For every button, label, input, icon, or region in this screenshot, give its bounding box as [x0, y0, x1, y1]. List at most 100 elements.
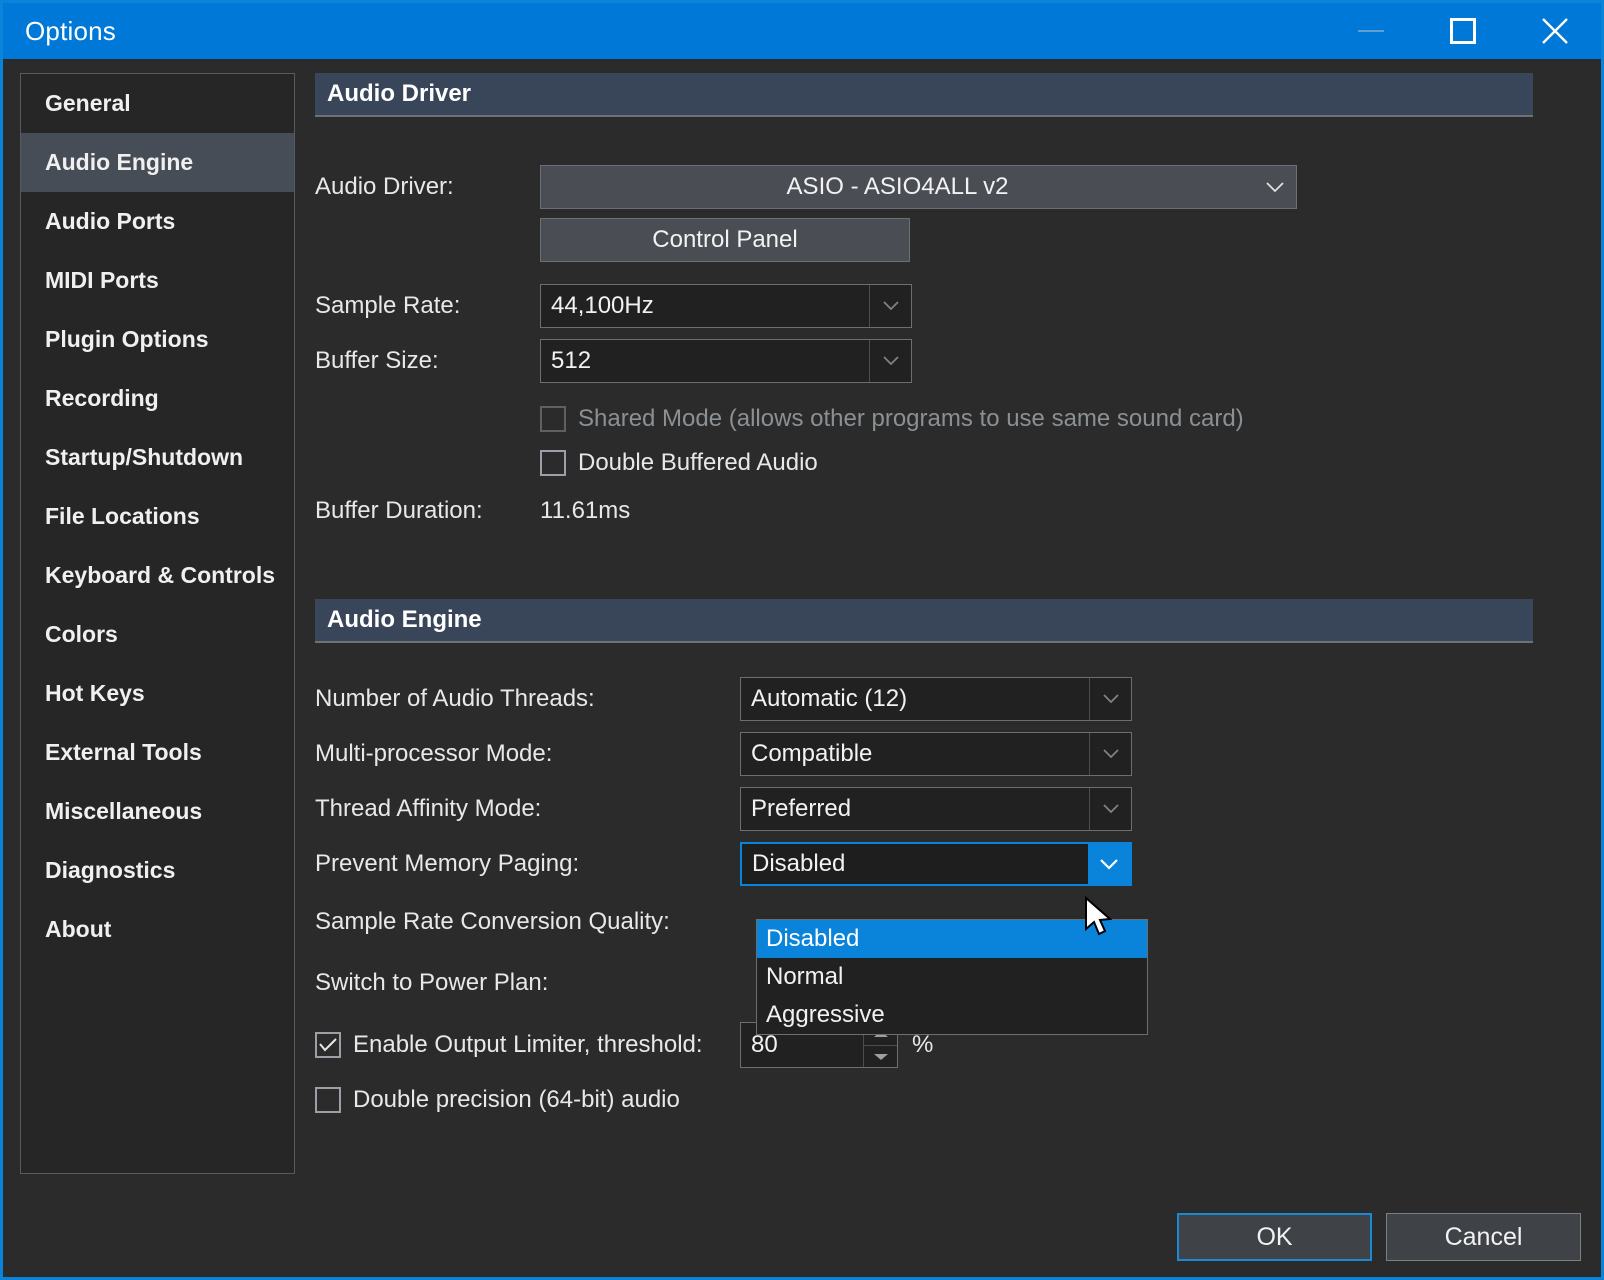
- sidebar-item-keyboard-controls[interactable]: Keyboard & Controls: [21, 546, 294, 605]
- sidebar-item-about[interactable]: About: [21, 900, 294, 959]
- sidebar-item-colors[interactable]: Colors: [21, 605, 294, 664]
- dialog-body: General Audio Engine Audio Ports MIDI Po…: [3, 59, 1601, 1277]
- options-dialog-window: Options General Audio Engine Audio Ports…: [0, 0, 1604, 1280]
- audio-driver-row: Audio Driver: ASIO - ASIO4ALL v2: [295, 165, 1601, 209]
- audio-threads-row: Number of Audio Threads: Automatic (12): [295, 677, 1601, 721]
- shared-mode-row: Shared Mode (allows other programs to us…: [295, 405, 1601, 433]
- cancel-button[interactable]: Cancel: [1386, 1213, 1581, 1261]
- thread-affinity-combobox[interactable]: Preferred: [740, 787, 1132, 831]
- multiprocessor-mode-row: Multi-processor Mode: Compatible: [295, 732, 1601, 776]
- double-buffered-label: Double Buffered Audio: [578, 449, 818, 476]
- sample-rate-row: Sample Rate: 44,100Hz: [295, 284, 1601, 328]
- thread-affinity-value: Preferred: [751, 795, 852, 822]
- settings-content: Audio Driver Audio Driver: ASIO - ASIO4A…: [295, 59, 1601, 1277]
- buffer-duration-row: Buffer Duration: 11.61ms: [295, 497, 1601, 525]
- sidebar-item-audio-engine[interactable]: Audio Engine: [21, 133, 294, 192]
- prevent-memory-paging-combobox[interactable]: Disabled: [740, 842, 1132, 886]
- sidebar-item-label: Startup/Shutdown: [45, 444, 244, 470]
- sidebar-item-label: Plugin Options: [45, 326, 209, 352]
- chevron-down-icon: [869, 340, 911, 382]
- minimize-button[interactable]: [1325, 3, 1417, 59]
- double-buffered-row: Double Buffered Audio: [295, 449, 1601, 477]
- double-buffered-checkbox[interactable]: Double Buffered Audio: [540, 449, 818, 477]
- buffer-size-row: Buffer Size: 512: [295, 339, 1601, 383]
- sidebar-item-plugin-options[interactable]: Plugin Options: [21, 310, 294, 369]
- prevent-memory-paging-dropdown-list[interactable]: Disabled Normal Aggressive: [756, 919, 1148, 1035]
- checkbox-box-icon: [540, 406, 566, 432]
- audio-driver-label: Audio Driver:: [315, 173, 454, 200]
- section-title: Audio Driver: [327, 80, 472, 107]
- sample-rate-label: Sample Rate:: [315, 292, 461, 319]
- checkbox-box-icon: [315, 1087, 341, 1113]
- sidebar-item-diagnostics[interactable]: Diagnostics: [21, 841, 294, 900]
- audio-threads-combobox[interactable]: Automatic (12): [740, 677, 1132, 721]
- audio-driver-value: ASIO - ASIO4ALL v2: [786, 173, 1009, 200]
- sidebar-list: General Audio Engine Audio Ports MIDI Po…: [20, 73, 295, 1174]
- prevent-memory-paging-row: Prevent Memory Paging: Disabled: [295, 842, 1601, 886]
- output-limiter-checkbox[interactable]: Enable Output Limiter, threshold:: [295, 1031, 740, 1059]
- buffer-duration-label: Buffer Duration:: [315, 497, 483, 524]
- sidebar-container: General Audio Engine Audio Ports MIDI Po…: [3, 59, 295, 1277]
- dropdown-option-disabled[interactable]: Disabled: [757, 920, 1147, 958]
- sidebar-item-label: Audio Ports: [45, 208, 176, 234]
- ok-button-label: OK: [1256, 1222, 1293, 1251]
- thread-affinity-row: Thread Affinity Mode: Preferred: [295, 787, 1601, 831]
- section-title: Audio Engine: [327, 606, 482, 633]
- sidebar-item-label: Diagnostics: [45, 857, 176, 883]
- dropdown-option-normal[interactable]: Normal: [757, 958, 1147, 996]
- sidebar-item-recording[interactable]: Recording: [21, 369, 294, 428]
- sidebar-item-hot-keys[interactable]: Hot Keys: [21, 664, 294, 723]
- dropdown-option-aggressive[interactable]: Aggressive: [757, 996, 1147, 1034]
- sidebar-item-external-tools[interactable]: External Tools: [21, 723, 294, 782]
- limiter-unit-label: %: [912, 1031, 934, 1058]
- control-panel-button[interactable]: Control Panel: [540, 218, 910, 262]
- buffer-size-combobox[interactable]: 512: [540, 339, 912, 383]
- sidebar-item-label: Recording: [45, 385, 159, 411]
- sidebar-item-label: Hot Keys: [45, 680, 145, 706]
- prevent-memory-paging-label: Prevent Memory Paging:: [315, 850, 580, 877]
- sidebar-item-label: MIDI Ports: [45, 267, 159, 293]
- minimize-icon: [1358, 30, 1384, 32]
- double-precision-label: Double precision (64-bit) audio: [353, 1086, 680, 1113]
- sidebar-item-label: About: [45, 916, 112, 942]
- double-precision-row: Double precision (64-bit) audio: [295, 1086, 1601, 1114]
- close-icon: [1542, 18, 1568, 44]
- chevron-down-icon: [1088, 844, 1130, 884]
- checkbox-box-icon: [540, 450, 566, 476]
- sidebar-item-label: Audio Engine: [45, 149, 194, 175]
- stepper-down-button[interactable]: [864, 1045, 897, 1067]
- chevron-down-icon: [1089, 678, 1131, 720]
- control-panel-row: Control Panel: [295, 218, 1601, 262]
- buffer-size-label: Buffer Size:: [315, 347, 439, 374]
- sidebar-item-miscellaneous[interactable]: Miscellaneous: [21, 782, 294, 841]
- sidebar-item-file-locations[interactable]: File Locations: [21, 487, 294, 546]
- sidebar-item-startup-shutdown[interactable]: Startup/Shutdown: [21, 428, 294, 487]
- prevent-memory-paging-value: Disabled: [752, 850, 846, 877]
- sidebar-item-general[interactable]: General: [21, 74, 294, 133]
- maximize-button[interactable]: [1417, 3, 1509, 59]
- sidebar-item-label: File Locations: [45, 503, 200, 529]
- audio-driver-combobox[interactable]: ASIO - ASIO4ALL v2: [540, 165, 1297, 209]
- sample-rate-combobox[interactable]: 44,100Hz: [540, 284, 912, 328]
- shared-mode-label: Shared Mode (allows other programs to us…: [578, 405, 1244, 432]
- maximize-icon: [1450, 18, 1476, 44]
- close-button[interactable]: [1509, 3, 1601, 59]
- chevron-down-icon: [1254, 166, 1296, 208]
- window-title: Options: [25, 15, 117, 46]
- dropdown-option-label: Disabled: [766, 925, 860, 952]
- double-precision-checkbox[interactable]: Double precision (64-bit) audio: [295, 1086, 740, 1114]
- checkbox-checked-icon: [315, 1032, 341, 1058]
- multiprocessor-mode-combobox[interactable]: Compatible: [740, 732, 1132, 776]
- power-plan-label: Switch to Power Plan:: [315, 969, 549, 996]
- sidebar-item-midi-ports[interactable]: MIDI Ports: [21, 251, 294, 310]
- title-bar: Options: [3, 3, 1601, 59]
- sidebar-item-label: External Tools: [45, 739, 202, 765]
- ok-button[interactable]: OK: [1177, 1213, 1372, 1261]
- sidebar-item-label: Colors: [45, 621, 118, 647]
- window-controls: [1325, 3, 1601, 59]
- sidebar-item-audio-ports[interactable]: Audio Ports: [21, 192, 294, 251]
- cancel-button-label: Cancel: [1444, 1222, 1523, 1251]
- audio-threads-value: Automatic (12): [751, 685, 908, 712]
- sample-rate-conversion-label: Sample Rate Conversion Quality:: [315, 908, 670, 935]
- chevron-down-icon: [1089, 788, 1131, 830]
